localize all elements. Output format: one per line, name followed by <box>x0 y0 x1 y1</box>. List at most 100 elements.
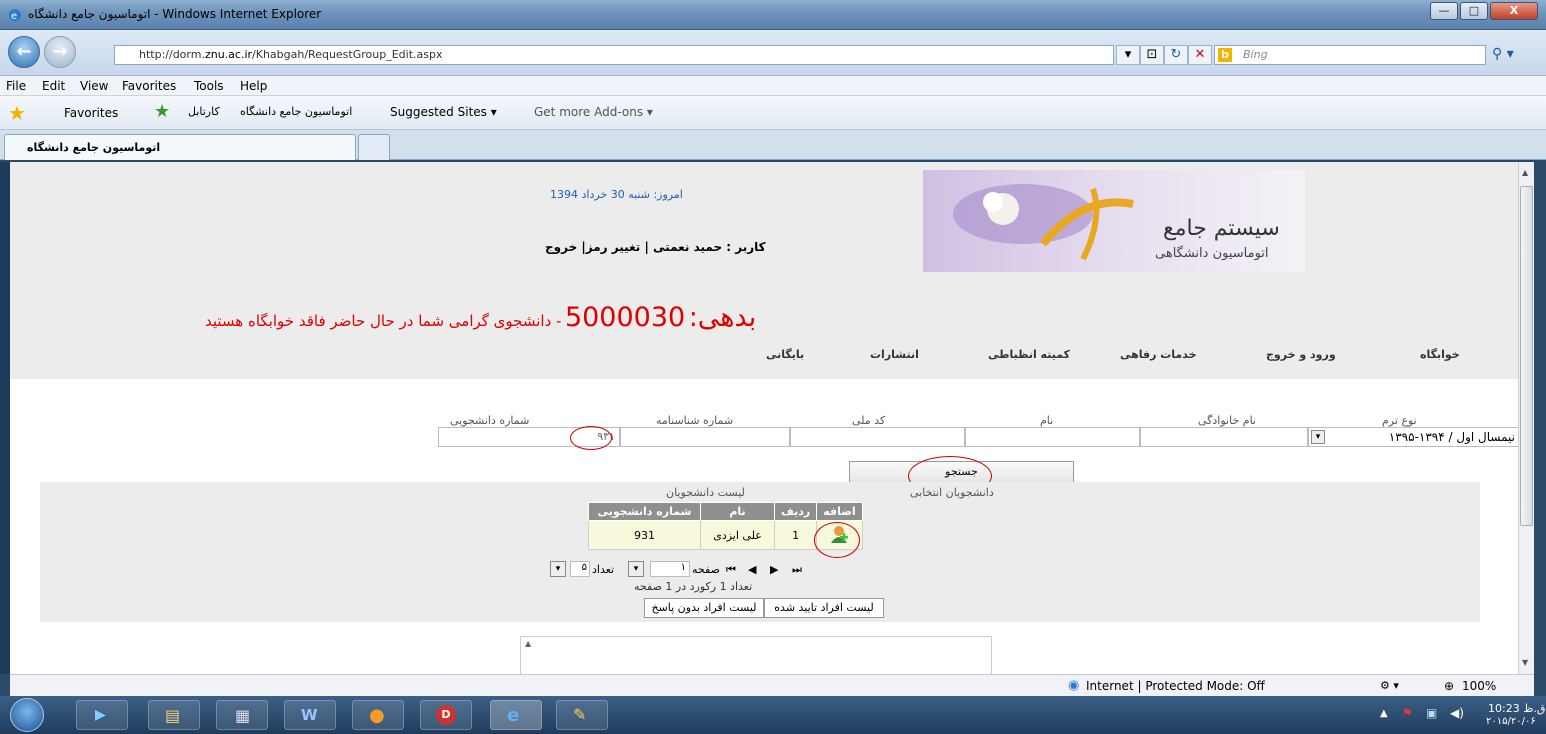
compat-view-icon[interactable]: ⊡ <box>1140 45 1164 65</box>
page-header: امروز: شنبه 30 خرداد 1394 کاربر : حمید ن… <box>10 162 1518 379</box>
fav-suggested-sites[interactable]: Suggested Sites ▾ <box>390 105 497 119</box>
scroll-up-arrow-icon[interactable]: ▲ <box>1522 168 1528 177</box>
action-center-icon[interactable]: ⚑ <box>1402 706 1413 720</box>
page-select-chevron-icon[interactable]: ▾ <box>628 561 644 577</box>
count-select-chevron-icon[interactable]: ▾ <box>550 561 566 577</box>
birth-cert-field[interactable] <box>620 427 790 447</box>
nav-entry-exit[interactable]: ورود و خروج <box>1266 348 1336 361</box>
scrollbar-thumb[interactable] <box>1520 186 1533 526</box>
taskbar-paint[interactable]: ✎ <box>556 700 608 730</box>
first-page-icon[interactable]: ⏮ <box>726 563 736 577</box>
bing-icon: b <box>1218 48 1232 62</box>
fav-cartable[interactable]: کارتابل <box>188 105 220 118</box>
network-icon[interactable]: ▣ <box>1426 706 1437 720</box>
name-field[interactable] <box>965 427 1140 447</box>
highlight-circle <box>814 522 860 558</box>
page-input[interactable]: ۱ <box>650 561 690 577</box>
col-name: نام <box>700 502 775 521</box>
address-input[interactable]: http://dorm.znu.ac.ir/Khabgah/RequestGro… <box>114 45 1114 65</box>
tab-automation[interactable]: اتوماسیون جامع دانشگاه <box>4 134 356 160</box>
maximize-button[interactable]: □ <box>1460 2 1488 20</box>
clock-date[interactable]: ۲۰۱۵/۲۰/۰۶ <box>1486 716 1536 727</box>
favorites-bar: ★ Favorites ★ کارتابل اتوماسیون جامع دان… <box>0 96 1546 130</box>
vertical-scrollbar[interactable]: ▲ ▼ <box>1518 162 1534 674</box>
nav-archive[interactable]: بایگانی <box>766 348 804 361</box>
menu-edit[interactable]: Edit <box>42 79 65 93</box>
taskbar-firefox[interactable]: ● <box>352 700 404 730</box>
taskbar-media-player[interactable]: ▶ <box>76 700 128 730</box>
taskbar: ▶ ▤ ▦ W ● D e ✎ ▲ ⚑ ▣ ◀) 10:23 ق.ظ ۲۰۱۵/… <box>0 696 1546 734</box>
globe-icon: ◉ <box>1068 678 1080 693</box>
prev-page-icon[interactable]: ◀ <box>748 563 756 576</box>
count-input[interactable]: ۵ <box>570 561 590 577</box>
window-frame <box>0 162 10 674</box>
tray-expand-icon[interactable]: ▲ <box>1380 708 1388 719</box>
user-line[interactable]: کاربر : حمید نعمتی | تغییر رمز| خروج <box>545 240 766 254</box>
no-answer-button[interactable]: لیست افراد بدون پاسخ <box>644 598 764 618</box>
debt-label: بدهی: <box>688 302 757 333</box>
menu-help[interactable]: Help <box>240 79 267 93</box>
tab-row: اتوماسیون جامع دانشگاه <box>0 130 1546 160</box>
flower-logo-icon <box>953 184 1134 261</box>
d-app-icon: D <box>436 705 456 725</box>
family-label: نام خانوادگی <box>1198 414 1256 427</box>
term-select[interactable]: نیمسال اول / ۱۳۹۴-۱۳۹۵ ▾ <box>1308 427 1518 447</box>
menu-bar: File Edit View Favorites Tools Help <box>0 76 1546 96</box>
taskbar-explorer[interactable]: ▤ <box>148 700 200 730</box>
last-page-icon[interactable]: ⏭ <box>792 563 802 577</box>
approved-button[interactable]: لیست افراد تایید شده <box>764 598 884 618</box>
taskbar-calculator[interactable]: ▦ <box>216 700 268 730</box>
volume-icon[interactable]: ◀) <box>1450 706 1464 720</box>
scroll-up-icon[interactable]: ▲ <box>525 639 531 648</box>
add-favorite-icon[interactable]: ★ <box>154 101 170 122</box>
stop-icon[interactable]: ✕ <box>1188 45 1212 65</box>
taskbar-word[interactable]: W <box>284 700 336 730</box>
refresh-icon[interactable]: ↻ <box>1164 45 1188 65</box>
term-label: نوع ترم <box>1382 414 1417 427</box>
debt-message: - دانشجوی گرامی شما در حال حاضر فاقد خوا… <box>205 312 562 330</box>
name-label: نام <box>1040 414 1054 427</box>
menu-favorites[interactable]: Favorites <box>122 79 176 93</box>
media-player-icon: ▶ <box>95 707 106 723</box>
folder-icon: ▤ <box>165 706 181 725</box>
zoom-level[interactable]: 100% <box>1462 679 1496 693</box>
fav-addons[interactable]: Get more Add-ons ▾ <box>534 105 653 119</box>
chevron-down-icon: ▾ <box>1311 430 1325 444</box>
fav-automation[interactable]: اتوماسیون جامع دانشگاه <box>240 105 352 118</box>
scroll-down-arrow-icon[interactable]: ▼ <box>1522 658 1528 667</box>
search-input[interactable]: Bing <box>1214 45 1486 65</box>
favorites-button[interactable]: Favorites <box>64 106 118 120</box>
nav-welfare[interactable]: خدمات رفاهی <box>1120 348 1197 361</box>
student-number: 931 <box>588 520 701 550</box>
clock-time[interactable]: 10:23 ق.ظ <box>1488 702 1545 715</box>
menu-file[interactable]: File <box>6 79 26 93</box>
word-icon: W <box>301 706 318 724</box>
next-page-icon[interactable]: ▶ <box>770 563 778 576</box>
nav-discipline[interactable]: کمیته انظباطی <box>988 348 1070 361</box>
close-button[interactable]: X <box>1490 2 1538 20</box>
calculator-icon: ▦ <box>235 706 251 725</box>
minimize-button[interactable]: — <box>1430 2 1458 20</box>
new-tab-button[interactable] <box>358 134 390 160</box>
forward-button[interactable]: → <box>44 36 76 68</box>
student-no-label: شماره دانشجویی <box>450 414 530 427</box>
back-button[interactable]: ← <box>8 36 40 68</box>
taskbar-app-d[interactable]: D <box>420 700 472 730</box>
family-field[interactable] <box>1140 427 1308 447</box>
menu-tools[interactable]: Tools <box>194 79 224 93</box>
paint-icon: ✎ <box>573 705 587 724</box>
back-arrow-icon: ← <box>16 41 32 62</box>
search-icon[interactable]: ⚲ ▾ <box>1492 46 1514 62</box>
national-code-field[interactable] <box>790 427 965 447</box>
taskbar-ie[interactable]: e <box>490 700 542 730</box>
menu-view[interactable]: View <box>80 79 108 93</box>
nav-dormitory[interactable]: خوابگاه <box>1420 348 1460 361</box>
ie-taskbar-icon: e <box>507 705 520 726</box>
dropdown-icon[interactable]: ▾ <box>1116 45 1140 65</box>
notes-textarea[interactable]: ▲ <box>520 636 992 674</box>
nav-publications[interactable]: انتشارات <box>870 348 919 361</box>
start-button[interactable] <box>10 698 44 732</box>
col-row: ردیف <box>773 502 818 521</box>
zoom-icon[interactable]: ⊕ <box>1444 679 1454 693</box>
zoom-dropdown-icon[interactable]: ⚙ ▾ <box>1380 679 1399 692</box>
